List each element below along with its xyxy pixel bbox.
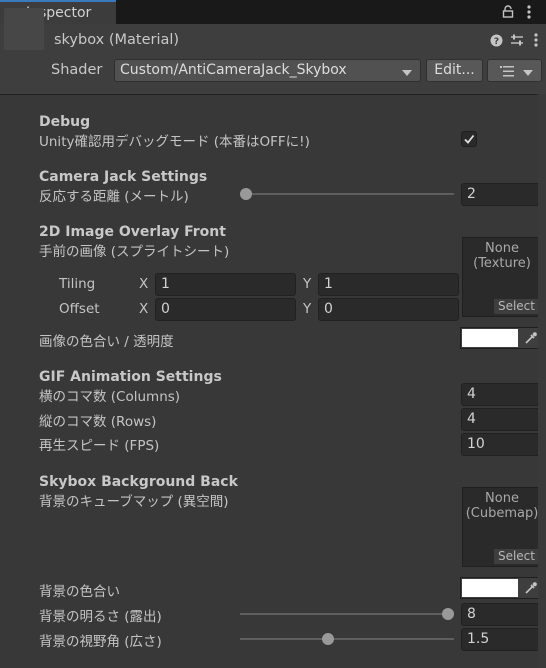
bg-color-swatch (462, 579, 518, 597)
brightness-label: 背景の明るさ (露出) (39, 609, 162, 625)
svg-text:?: ? (494, 37, 499, 47)
distance-slider-thumb[interactable] (240, 188, 252, 200)
section-gif-animation: GIF Animation Settings (39, 369, 222, 385)
fov-input[interactable]: 1.5 (461, 628, 542, 651)
section-skybox-back: Skybox Background Back (39, 474, 238, 490)
cubemap-label: 背景のキューブマップ (異空間) (39, 494, 229, 510)
menu-dots-icon[interactable] (525, 4, 533, 20)
list-icon (500, 66, 514, 77)
chevron-down-icon (402, 70, 412, 76)
offset-label: Offset (59, 301, 100, 317)
header-menu-dots-icon[interactable] (532, 32, 540, 48)
shader-label: Shader (51, 62, 103, 78)
section-overlay-front: 2D Image Overlay Front (39, 224, 226, 240)
fps-label: 再生スピード (FPS) (39, 438, 160, 454)
distance-label: 反応する距離 (メートル) (39, 189, 189, 205)
scrollbar[interactable] (538, 94, 546, 668)
brightness-slider-track[interactable] (240, 613, 454, 615)
lock-icon[interactable] (502, 5, 514, 18)
offset-y-input[interactable]: 0 (318, 298, 459, 321)
rows-label: 縦のコマ数 (Rows) (39, 414, 157, 430)
edit-shader-button[interactable]: Edit... (426, 59, 483, 82)
list-dropdown-button[interactable] (487, 59, 542, 82)
cubemap-texture-text: None (Cubemap) (465, 491, 539, 521)
material-title: skybox (Material) (54, 32, 180, 48)
settings-sliders-icon[interactable] (510, 33, 524, 47)
fov-label: 背景の視野角 (広さ) (39, 634, 162, 650)
debug-mode-label: Unity確認用デバッグモード (本番はOFFに!) (39, 134, 310, 150)
tiling-y-input[interactable]: 1 (318, 273, 459, 296)
material-icon (4, 8, 44, 50)
debug-mode-checkbox[interactable] (461, 131, 477, 147)
section-debug: Debug (39, 114, 91, 130)
tiling-y-label: Y (303, 276, 312, 292)
columns-input[interactable]: 4 (461, 383, 542, 406)
eyedropper-icon[interactable] (523, 330, 539, 346)
help-icon[interactable]: ? (490, 34, 503, 47)
brightness-slider-thumb[interactable] (442, 608, 454, 620)
offset-x-input[interactable]: 0 (155, 298, 296, 321)
cubemap-texture-slot[interactable]: None (Cubemap) Select (462, 487, 542, 567)
shader-dropdown[interactable]: Custom/AntiCameraJack_Skybox (114, 59, 421, 82)
tiling-x-input[interactable]: 1 (155, 273, 296, 296)
distance-input[interactable]: 2 (461, 183, 542, 206)
offset-x-label: X (139, 301, 149, 317)
list-chevron-down-icon (523, 70, 533, 76)
offset-y-label: Y (303, 301, 312, 317)
section-camera-jack: Camera Jack Settings (39, 169, 208, 185)
bg-color-field[interactable] (460, 577, 542, 599)
front-texture-select-button[interactable]: Select (493, 299, 539, 314)
brightness-input[interactable]: 8 (461, 603, 542, 626)
tint-label: 画像の色合い / 透明度 (39, 334, 174, 350)
fov-slider-thumb[interactable] (321, 633, 334, 645)
checkmark-icon (464, 134, 475, 144)
tint-color-field[interactable] (460, 327, 542, 349)
fov-slider-track[interactable] (240, 638, 454, 640)
distance-slider-track[interactable] (240, 193, 454, 195)
bg-eyedropper-icon[interactable] (523, 580, 539, 596)
columns-label: 横のコマ数 (Columns) (39, 389, 181, 405)
front-texture-slot[interactable]: None (Texture) Select (462, 237, 542, 317)
fps-input[interactable]: 10 (461, 433, 542, 456)
cubemap-select-button[interactable]: Select (493, 549, 539, 564)
rows-input[interactable]: 4 (461, 408, 542, 431)
front-image-label: 手前の画像 (スプライトシート) (39, 244, 230, 260)
tiling-label: Tiling (59, 276, 96, 292)
shader-dropdown-value: Custom/AntiCameraJack_Skybox (120, 62, 347, 78)
tiling-x-label: X (139, 276, 149, 292)
front-texture-text: None (Texture) (473, 241, 531, 271)
bg-color-label: 背景の色合い (39, 584, 120, 600)
tint-color-swatch (462, 329, 518, 347)
